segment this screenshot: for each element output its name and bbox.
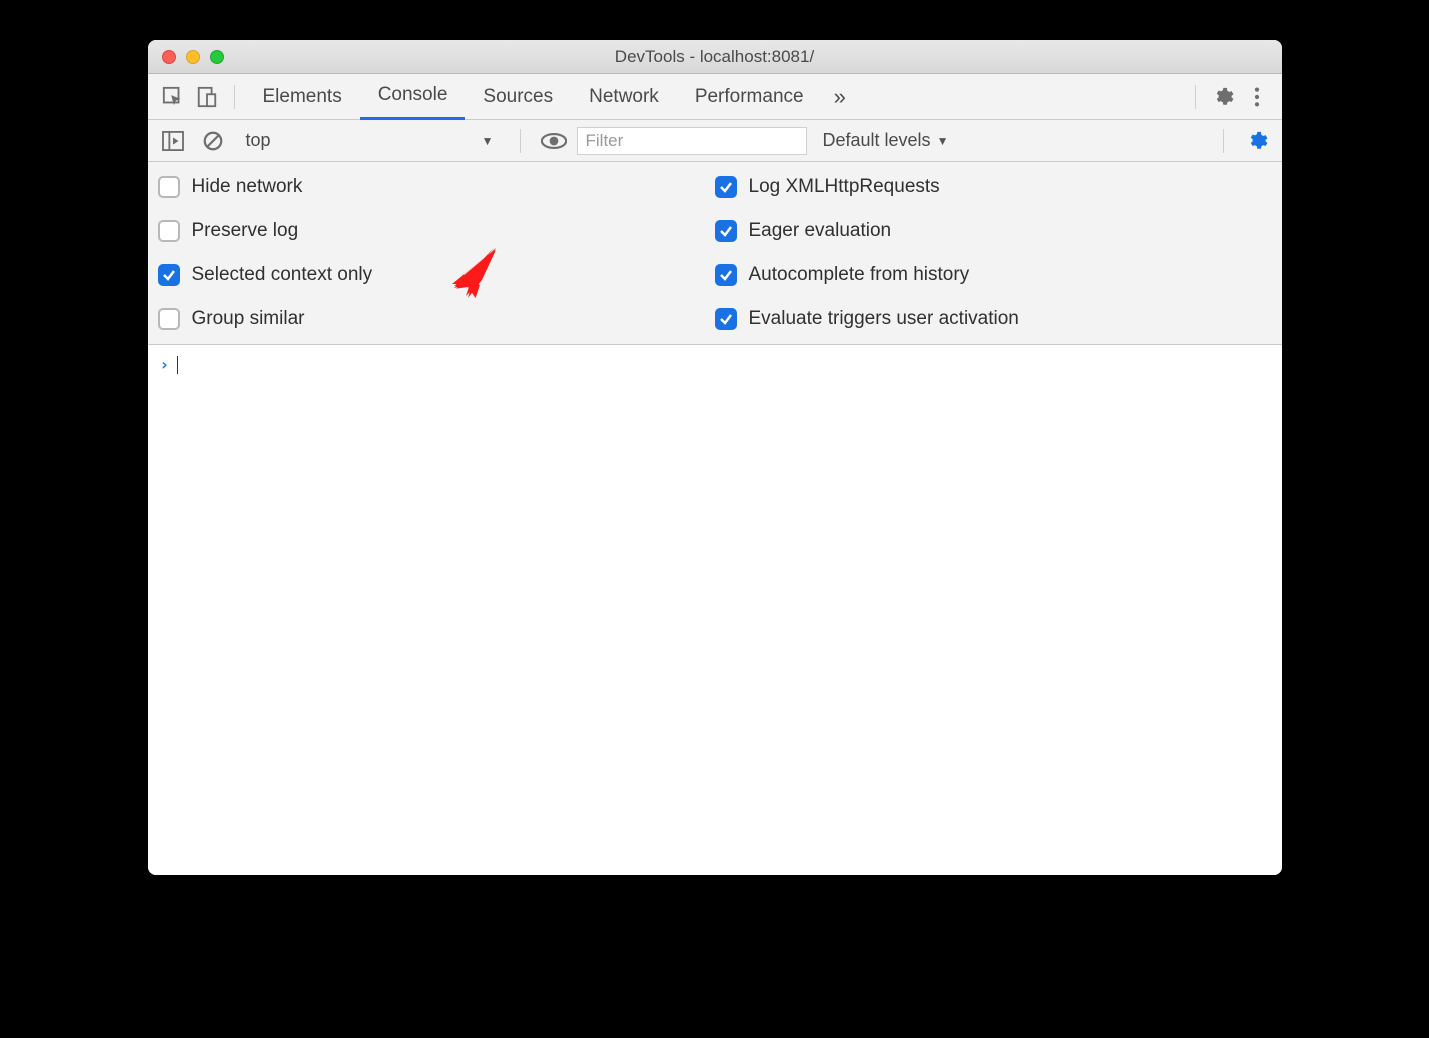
divider: [234, 85, 235, 109]
tab-label: Network: [589, 86, 659, 108]
checkbox-group-similar[interactable]: Group similar: [158, 308, 715, 330]
tab-sources[interactable]: Sources: [465, 74, 571, 120]
checkbox-label: Selected context only: [192, 264, 373, 286]
tab-label: Sources: [483, 86, 553, 108]
tab-label: Elements: [263, 86, 342, 108]
clear-console-icon[interactable]: [196, 124, 230, 158]
checkbox-label: Hide network: [192, 176, 303, 198]
checkbox-label: Autocomplete from history: [749, 264, 970, 286]
console-settings-panel: Hide network Log XMLHttpRequests Preserv…: [148, 162, 1282, 345]
checkbox-selected-context-only[interactable]: Selected context only: [158, 264, 715, 286]
device-toolbar-icon[interactable]: [190, 80, 224, 114]
checkbox-log-xhr[interactable]: Log XMLHttpRequests: [715, 176, 1272, 198]
tab-network[interactable]: Network: [571, 74, 677, 120]
checkbox-icon: [715, 176, 737, 198]
window-title: DevTools - localhost:8081/: [148, 47, 1282, 67]
tab-label: Console: [378, 84, 448, 106]
console-settings-icon[interactable]: [1240, 124, 1274, 158]
inspect-element-icon[interactable]: [156, 80, 190, 114]
console-sidebar-toggle-icon[interactable]: [156, 124, 190, 158]
context-value: top: [246, 130, 271, 151]
checkbox-label: Evaluate triggers user activation: [749, 308, 1019, 330]
filter-input[interactable]: [577, 127, 807, 155]
checkbox-icon: [158, 176, 180, 198]
checkbox-hide-network[interactable]: Hide network: [158, 176, 715, 198]
log-levels-selector[interactable]: Default levels ▼: [813, 130, 959, 151]
settings-icon[interactable]: [1206, 80, 1240, 114]
checkbox-preserve-log[interactable]: Preserve log: [158, 220, 715, 242]
text-caret: [177, 356, 178, 374]
checkbox-label: Preserve log: [192, 220, 299, 242]
divider: [520, 129, 521, 153]
checkbox-icon: [715, 264, 737, 286]
checkbox-icon: [158, 264, 180, 286]
minimize-window-button[interactable]: [186, 50, 200, 64]
close-window-button[interactable]: [162, 50, 176, 64]
tab-overflow-button[interactable]: »: [822, 84, 858, 110]
live-expression-icon[interactable]: [537, 124, 571, 158]
checkbox-evaluate-user-activation[interactable]: Evaluate triggers user activation: [715, 308, 1272, 330]
checkbox-label: Group similar: [192, 308, 305, 330]
checkbox-icon: [715, 308, 737, 330]
checkbox-icon: [158, 220, 180, 242]
checkbox-label: Eager evaluation: [749, 220, 892, 242]
tab-performance[interactable]: Performance: [677, 74, 822, 120]
more-options-icon[interactable]: [1240, 80, 1274, 114]
checkbox-autocomplete-history[interactable]: Autocomplete from history: [715, 264, 1272, 286]
chevron-right-icon: ›: [160, 355, 170, 374]
traffic-lights: [148, 50, 224, 64]
checkbox-icon: [715, 220, 737, 242]
console-prompt[interactable]: ›: [160, 355, 1270, 374]
divider: [1195, 85, 1196, 109]
console-toolbar: top ▼ Default levels ▼: [148, 120, 1282, 162]
chevron-down-icon: ▼: [482, 134, 494, 148]
tab-elements[interactable]: Elements: [245, 74, 360, 120]
checkbox-icon: [158, 308, 180, 330]
tab-console[interactable]: Console: [360, 74, 466, 120]
devtools-window: DevTools - localhost:8081/ Elements Cons…: [148, 40, 1282, 875]
context-selector[interactable]: top ▼: [236, 126, 504, 156]
titlebar: DevTools - localhost:8081/: [148, 40, 1282, 74]
main-tabbar: Elements Console Sources Network Perform…: [148, 74, 1282, 120]
levels-label: Default levels: [823, 130, 931, 151]
tab-label: Performance: [695, 86, 804, 108]
divider: [1223, 129, 1224, 153]
checkbox-label: Log XMLHttpRequests: [749, 176, 940, 198]
zoom-window-button[interactable]: [210, 50, 224, 64]
checkbox-eager-eval[interactable]: Eager evaluation: [715, 220, 1272, 242]
console-output[interactable]: ›: [148, 345, 1282, 875]
chevron-down-icon: ▼: [937, 134, 949, 148]
